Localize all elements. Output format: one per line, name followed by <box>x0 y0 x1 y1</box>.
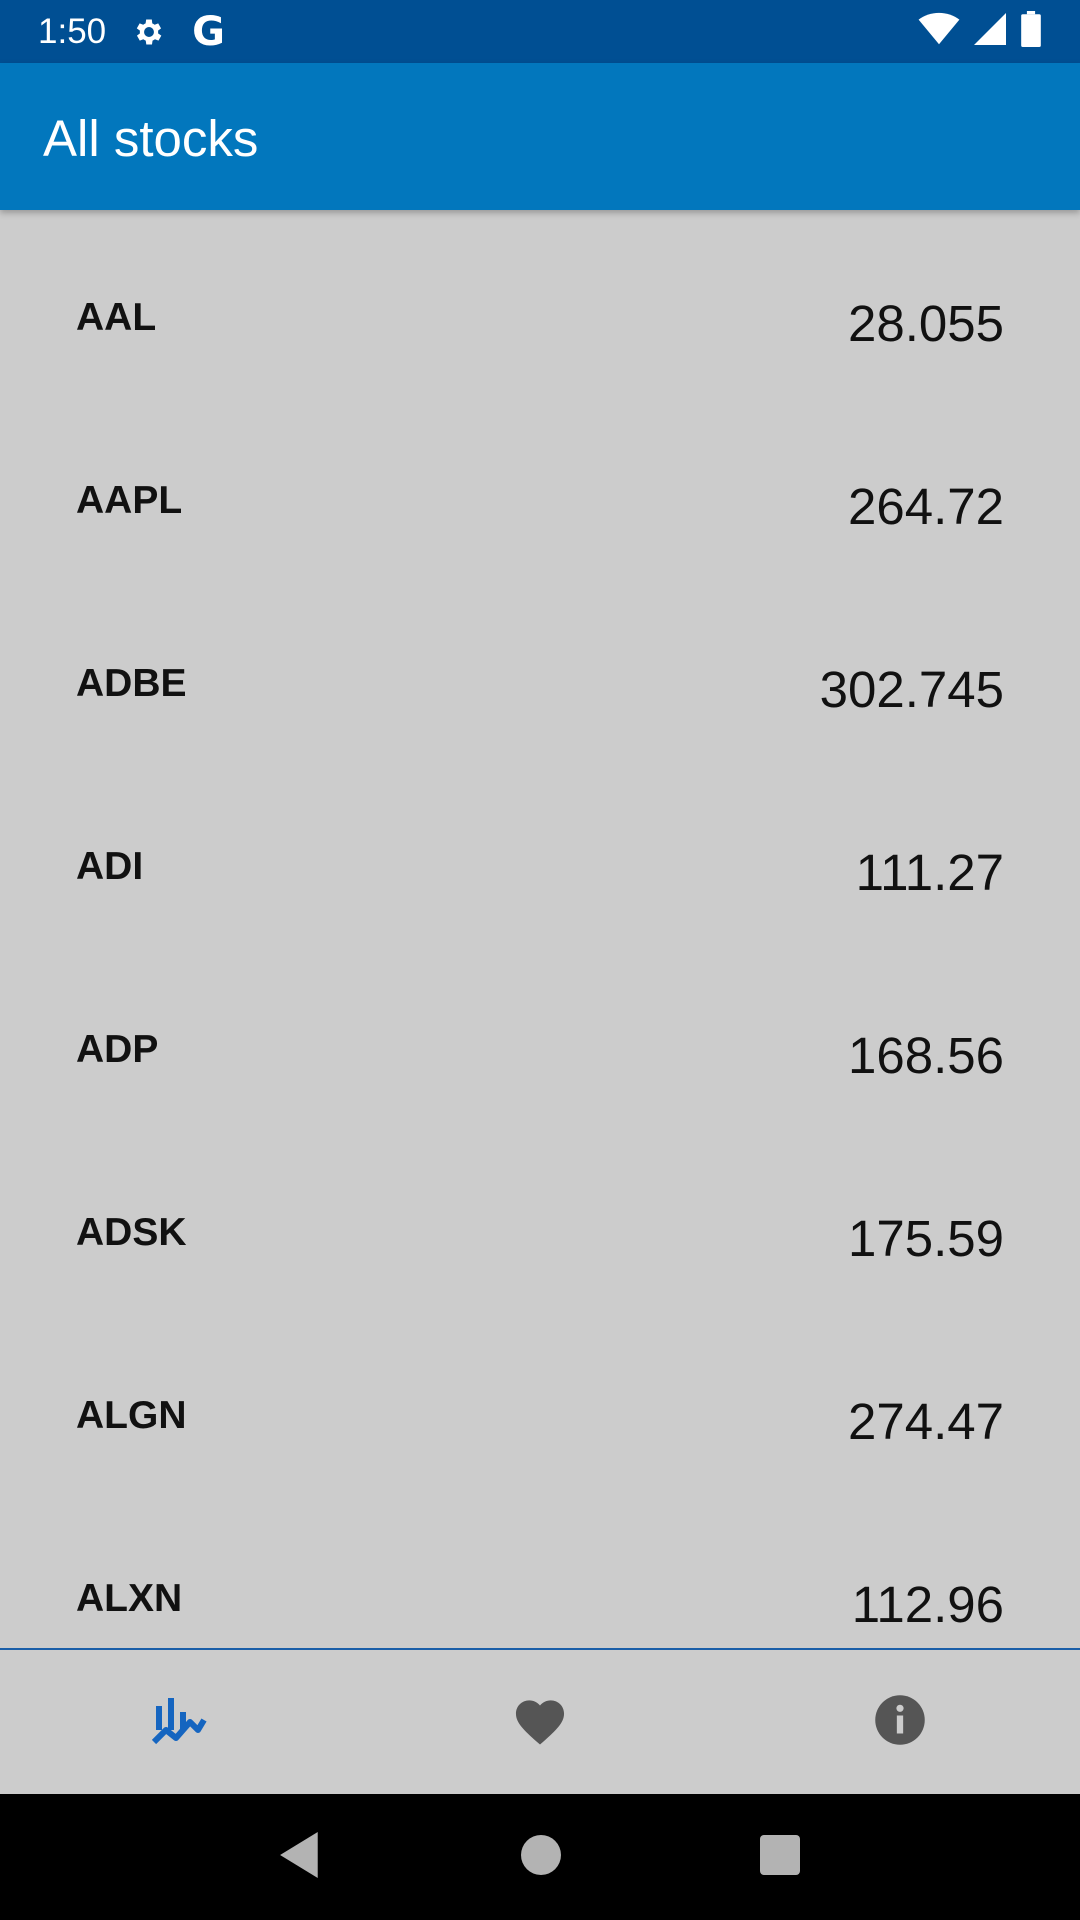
status-time: 1:50 <box>38 11 107 51</box>
stock-symbol: AAL <box>76 296 157 339</box>
stock-row[interactable]: ADSK 175.59 <box>0 1125 1080 1308</box>
app-bar: All stocks <box>0 63 1080 210</box>
back-icon[interactable] <box>279 1831 322 1883</box>
system-navigation-bar <box>0 1794 1080 1920</box>
stock-row[interactable]: ADI 111.27 <box>0 759 1080 942</box>
stock-symbol: ADBE <box>76 662 187 705</box>
home-icon[interactable] <box>520 1834 561 1880</box>
stock-price: 111.27 <box>855 844 1004 901</box>
nav-tab-info[interactable] <box>720 1650 1080 1794</box>
nav-tab-all-stocks[interactable] <box>0 1650 360 1794</box>
bottom-navigation <box>0 1648 1080 1794</box>
stock-price: 175.59 <box>848 1210 1004 1267</box>
stock-row[interactable]: ALXN 112.96 <box>0 1491 1080 1648</box>
status-bar: 1:50 G <box>0 0 1080 63</box>
stock-symbol: ADI <box>76 845 144 888</box>
stock-symbol: ALXN <box>76 1577 183 1620</box>
page-title: All stocks <box>43 110 259 167</box>
stock-symbol: ADP <box>76 1028 159 1071</box>
stock-list[interactable]: AAL 28.055 AAPL 264.72 ADBE 302.745 ADI … <box>0 210 1080 1648</box>
wifi-icon <box>918 12 960 51</box>
stock-price: 274.47 <box>848 1393 1004 1450</box>
recents-icon[interactable] <box>760 1834 801 1880</box>
stock-symbol: AAPL <box>76 479 183 522</box>
info-icon <box>873 1693 927 1752</box>
stock-symbol: ALGN <box>76 1394 187 1437</box>
heart-icon <box>512 1694 568 1751</box>
nav-tab-favorites[interactable] <box>360 1650 720 1794</box>
stock-price: 28.055 <box>848 295 1004 352</box>
stocks-chart-icon <box>151 1694 208 1751</box>
stock-price: 302.745 <box>819 661 1004 718</box>
signal-icon <box>974 12 1006 51</box>
stock-price: 168.56 <box>848 1027 1004 1084</box>
stock-price: 264.72 <box>848 478 1004 535</box>
battery-icon <box>1020 11 1042 52</box>
gear-icon <box>132 15 166 49</box>
stock-row[interactable]: ALGN 274.47 <box>0 1308 1080 1491</box>
stock-row[interactable]: ADP 168.56 <box>0 942 1080 1125</box>
stock-price: 112.96 <box>851 1576 1004 1633</box>
stock-row[interactable]: AAPL 264.72 <box>0 393 1080 576</box>
stock-row[interactable]: AAL 28.055 <box>0 210 1080 393</box>
google-g-icon: G <box>192 8 225 55</box>
stock-symbol: ADSK <box>76 1211 187 1254</box>
stock-row[interactable]: ADBE 302.745 <box>0 576 1080 759</box>
